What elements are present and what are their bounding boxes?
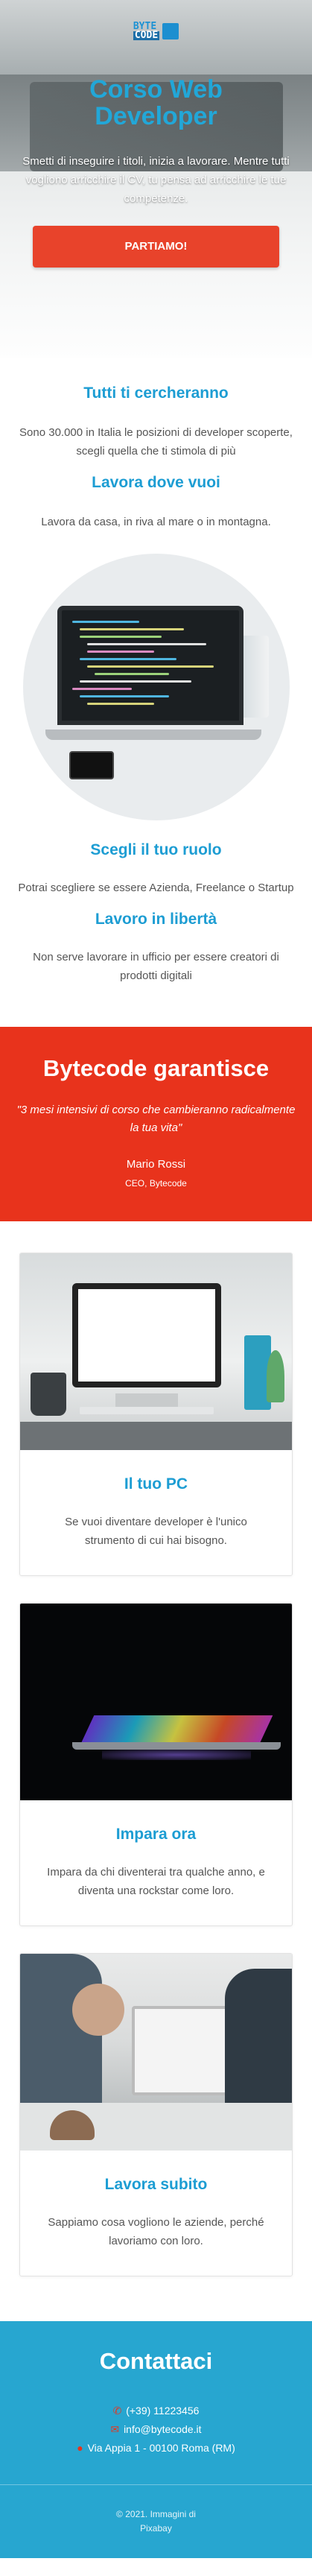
feature-title: Scegli il tuo ruolo: [90, 841, 222, 858]
card-text: Impara da chi diventerai tra qualche ann…: [47, 1866, 265, 1897]
hero-section: BYTE CODE Corso Web Developer Smetti di …: [0, 0, 312, 358]
cards-section: Il tuo PC Se vuoi diventare developer è …: [0, 1221, 312, 2276]
card-image-rgb-laptop: [20, 1604, 292, 1800]
phone-shape: [69, 751, 114, 779]
features-section: Tutti ti cercheranno Sono 30.000 in Ital…: [0, 358, 312, 985]
contact-section: Contattaci ✆ (+39) 11223456 ✉ info@bytec…: [0, 2321, 312, 2484]
hero-title: Corso Web Developer: [0, 76, 312, 130]
laptop-circle-image: [22, 554, 290, 820]
logo[interactable]: BYTE CODE: [133, 22, 179, 40]
feature-text: Potrai scegliere se essere Azienda, Free…: [18, 882, 294, 894]
map-pin-icon: ●: [77, 2442, 83, 2454]
laptop-base: [45, 730, 261, 740]
card: Lavora subito Sappiamo cosa vogliono le …: [19, 1953, 293, 2276]
footer-credit-link[interactable]: Pixabay: [0, 2522, 312, 2536]
card-image-desk: [20, 1253, 292, 1450]
logo-mark-icon: [162, 23, 179, 39]
contact-title: Contattaci: [99, 2348, 213, 2374]
contact-email: info@bytecode.it: [124, 2423, 202, 2435]
testimonial-role: CEO, Bytecode: [125, 1178, 187, 1189]
feature-text: Lavora da casa, in riva al mare o in mon…: [41, 516, 271, 528]
feature-text: Non serve lavorare in ufficio per essere…: [33, 951, 279, 982]
hero-description: Smetti di inseguire i titoli, inizia a l…: [22, 155, 290, 205]
contact-address-row[interactable]: ● Via Appia 1 - 00100 Roma (RM): [0, 2439, 312, 2458]
card: Impara ora Impara da chi diventerai tra …: [19, 1603, 293, 1926]
card-text: Sappiamo cosa vogliono le aziende, perch…: [48, 2216, 264, 2247]
card-text: Se vuoi diventare developer è l'unico st…: [65, 1516, 247, 1547]
hero-title-line-1: Corso Web: [89, 75, 223, 104]
feature-title: Tutti ti cercheranno: [83, 384, 229, 402]
card-title: Il tuo PC: [124, 1475, 188, 1493]
hero-title-line-2: Developer: [95, 102, 217, 130]
laptop-screen: [57, 606, 243, 725]
testimonial-quote: "3 mesi intensivi di corso che cambieran…: [16, 1104, 296, 1134]
phone-icon: ✆: [112, 2405, 122, 2417]
card: Il tuo PC Se vuoi diventare developer è …: [19, 1253, 293, 1576]
logo-line-2: CODE: [133, 30, 160, 41]
card-title: Impara ora: [115, 1826, 197, 1843]
start-button[interactable]: PARTIAMO!: [33, 226, 279, 268]
feature-title: Lavora dove vuoi: [92, 474, 220, 491]
contact-details: ✆ (+39) 11223456 ✉ info@bytecode.it ● Vi…: [0, 2402, 312, 2484]
contact-email-row[interactable]: ✉ info@bytecode.it: [0, 2420, 312, 2439]
guarantee-section: Bytecode garantisce "3 mesi intensivi di…: [0, 1027, 312, 1221]
card-title: Lavora subito: [104, 2176, 208, 2193]
footer-copyright: © 2021. Immagini di: [116, 2509, 196, 2519]
contact-address: Via Appia 1 - 00100 Roma (RM): [87, 2442, 235, 2454]
feature-title: Lavoro in libertà: [95, 911, 217, 928]
envelope-icon: ✉: [110, 2423, 120, 2435]
contact-phone: (+39) 11223456: [126, 2405, 200, 2417]
guarantee-title: Bytecode garantisce: [42, 1055, 270, 1081]
card-image-team: [20, 1954, 292, 2151]
feature-text: Sono 30.000 in Italia le posizioni di de…: [19, 426, 293, 458]
testimonial-name: Mario Rossi: [126, 1158, 186, 1171]
contact-phone-row[interactable]: ✆ (+39) 11223456: [0, 2402, 312, 2420]
logo-text: BYTE CODE: [133, 22, 160, 41]
footer: © 2021. Immagini di Pixabay: [0, 2484, 312, 2558]
